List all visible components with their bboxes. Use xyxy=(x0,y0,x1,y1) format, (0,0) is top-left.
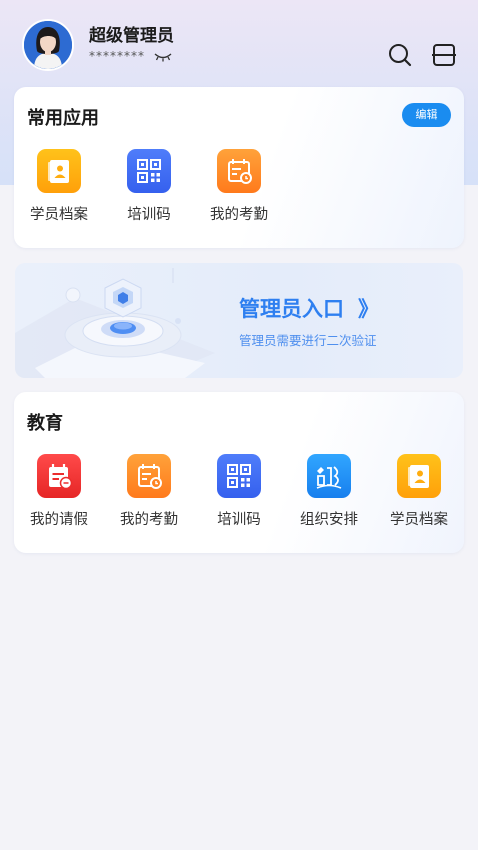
student-file-icon xyxy=(37,149,81,193)
education-title: 教育 xyxy=(27,413,63,434)
search-icon[interactable] xyxy=(387,42,413,68)
app-label: 培训码 xyxy=(217,512,261,528)
banner-subtitle: 管理员需要进行二次验证 xyxy=(239,333,377,348)
avatar[interactable] xyxy=(22,19,74,71)
attendance-icon xyxy=(217,149,261,193)
qr-code-icon xyxy=(127,149,171,193)
app-label: 我的考勤 xyxy=(210,207,268,223)
app-label: 培训码 xyxy=(127,207,171,223)
qr-code-icon xyxy=(217,454,261,498)
user-name: 超级管理员 xyxy=(89,26,174,46)
common-apps-card: 常用应用 编辑 学员档案 培训码 我的考勤 xyxy=(14,87,464,248)
app-student-file[interactable]: 学员档案 xyxy=(374,454,464,529)
app-label: 学员档案 xyxy=(30,207,88,223)
app-my-attendance[interactable]: 我的考勤 xyxy=(104,454,194,529)
eye-closed-icon[interactable] xyxy=(153,51,173,63)
student-file-icon xyxy=(397,454,441,498)
app-training-code[interactable]: 培训码 xyxy=(194,454,284,529)
app-organization[interactable]: 组织安排 xyxy=(284,454,374,529)
app-label: 我的考勤 xyxy=(120,512,178,528)
app-label: 我的请假 xyxy=(30,512,88,528)
banner-illustration xyxy=(15,268,215,378)
app-label: 组织安排 xyxy=(300,512,358,528)
profile-header: 超级管理员 ******** xyxy=(0,0,478,86)
password-mask: ******** xyxy=(89,49,145,63)
app-my-attendance[interactable]: 我的考勤 xyxy=(194,149,284,224)
leave-request-icon xyxy=(37,454,81,498)
app-training-code[interactable]: 培训码 xyxy=(104,149,194,224)
double-chevron-right-icon: 》 xyxy=(358,297,379,321)
education-card: 教育 我的请假 我的考勤 培训码 组织安排 学员档案 xyxy=(14,392,464,553)
app-my-leave[interactable]: 我的请假 xyxy=(14,454,104,529)
app-student-file[interactable]: 学员档案 xyxy=(14,149,104,224)
app-label: 学员档案 xyxy=(390,512,448,528)
admin-entry-banner[interactable]: 管理员入口 》 管理员需要进行二次验证 xyxy=(15,263,463,378)
scan-icon[interactable] xyxy=(431,42,457,68)
edit-button[interactable]: 编辑 xyxy=(402,103,451,127)
attendance-icon xyxy=(127,454,171,498)
organization-icon xyxy=(307,454,351,498)
banner-title: 管理员入口 xyxy=(239,297,344,321)
common-apps-title: 常用应用 xyxy=(27,108,99,129)
